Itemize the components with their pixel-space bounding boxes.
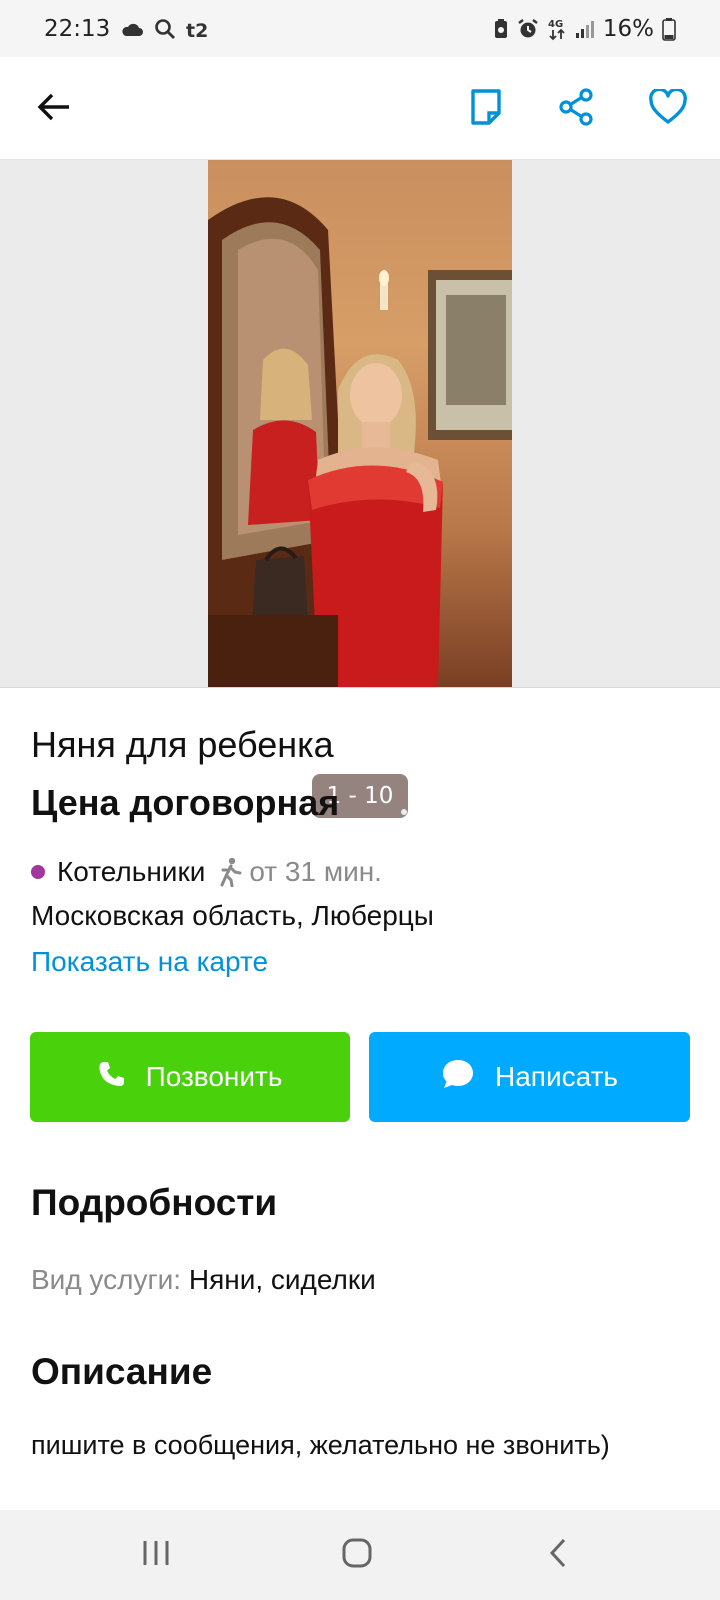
signal-icon — [575, 19, 595, 39]
description-heading: Описание — [31, 1351, 213, 1392]
phone-icon — [98, 1060, 126, 1095]
share-icon — [558, 87, 594, 131]
app-bar — [0, 57, 720, 160]
metro-station: Котельники — [57, 856, 206, 887]
service-type-label: Вид услуги: — [31, 1264, 182, 1295]
walking-icon — [217, 857, 243, 887]
recent-apps-button[interactable] — [126, 1530, 186, 1580]
search-icon — [154, 18, 176, 40]
avito-watermark: Avito — [396, 804, 504, 834]
data-4g-icon: 4G — [547, 17, 567, 41]
battery-percent: 16% — [602, 15, 654, 42]
service-type-row: Вид услуги: Няни, сиделки — [31, 1264, 376, 1296]
listing-photo[interactable] — [208, 160, 512, 687]
t2-icon: t2 — [186, 18, 212, 40]
favorite-button[interactable] — [642, 85, 694, 133]
battery-icon — [662, 17, 676, 41]
avito-watermark-text: Avito — [432, 804, 505, 834]
description-text: пишите в сообщения, желательно не звонит… — [31, 1430, 610, 1460]
back-button[interactable] — [30, 85, 78, 133]
metro-line-dot — [31, 865, 45, 879]
svg-text:t2: t2 — [186, 20, 208, 40]
address: Московская область, Люберцы — [31, 900, 434, 931]
write-button-label: Написать — [495, 1061, 618, 1092]
back-icon — [548, 1537, 568, 1574]
status-bar: 22:13 t2 4G 16% — [0, 0, 720, 57]
alarm-icon — [517, 18, 539, 40]
note-icon — [470, 88, 502, 131]
listing-title: Няня для ребенка — [31, 724, 334, 765]
metro-info: Котельники от 31 мин. — [31, 856, 382, 888]
walk-time: от 31 мин. — [249, 856, 382, 887]
photo-gallery[interactable]: 1 - 10 Avito — [0, 160, 720, 834]
heart-icon — [648, 87, 688, 130]
back-arrow-icon — [37, 92, 71, 127]
write-button[interactable]: Написать — [369, 1032, 690, 1122]
details-heading: Подробности — [31, 1182, 278, 1223]
note-button[interactable] — [462, 85, 510, 133]
call-button[interactable]: Позвонить — [30, 1032, 350, 1122]
network-label: 4G — [548, 19, 563, 30]
share-button[interactable] — [552, 85, 600, 133]
home-icon — [341, 1537, 373, 1574]
service-type-value: Няни, сиделки — [188, 1264, 376, 1295]
system-nav-bar — [0, 1510, 720, 1600]
battery-saver-icon — [493, 18, 509, 40]
nav-back-button[interactable] — [528, 1530, 588, 1580]
home-button[interactable] — [327, 1530, 387, 1580]
listing-price: Цена договорная — [31, 782, 340, 823]
chat-bubble-icon — [441, 1058, 475, 1097]
call-button-label: Позвонить — [145, 1061, 283, 1092]
recent-apps-icon — [141, 1539, 171, 1572]
avito-logo-icon — [398, 806, 424, 832]
status-time: 22:13 — [44, 15, 111, 42]
cloud-icon — [120, 21, 144, 37]
show-on-map-link[interactable]: Показать на карте — [31, 946, 268, 978]
